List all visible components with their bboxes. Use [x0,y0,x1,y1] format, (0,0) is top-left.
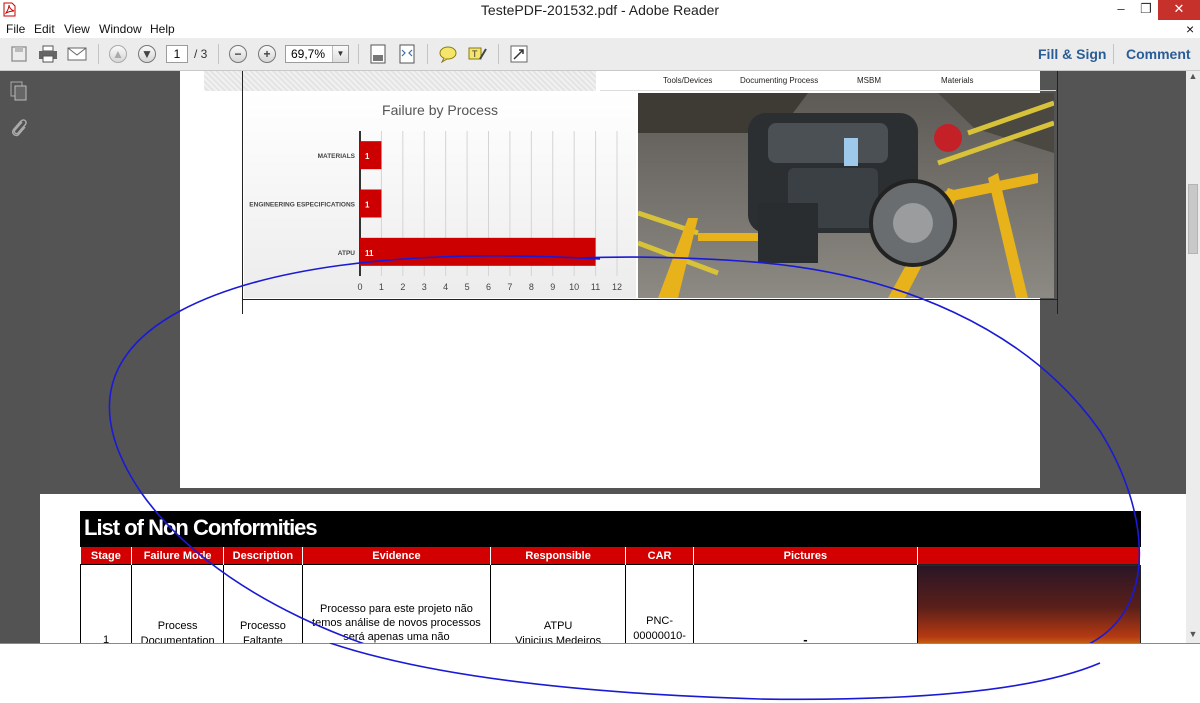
toolbar-separator [427,44,428,64]
page-thumbnails-icon[interactable] [9,81,29,106]
close-document-button[interactable]: × [1186,21,1194,37]
email-icon[interactable] [66,43,88,65]
menu-help[interactable]: Help [150,22,175,36]
save-icon[interactable] [8,43,30,65]
close-window-button[interactable]: ✕ [1158,0,1200,20]
fit-page-icon[interactable] [367,43,389,65]
sticky-note-icon[interactable] [437,43,459,65]
menu-file[interactable]: File [6,22,25,36]
toolbar-separator [98,44,99,64]
page-number-input[interactable]: 1 [166,45,188,63]
vertical-scrollbar[interactable]: ▲ ▼ [1186,71,1200,643]
next-page-icon[interactable]: ▼ [136,43,158,65]
menu-edit[interactable]: Edit [34,22,55,36]
full-screen-icon[interactable] [508,43,530,65]
chevron-down-icon[interactable]: ▼ [332,46,348,62]
print-icon[interactable] [37,43,59,65]
svg-text:T: T [472,49,478,59]
zoom-select[interactable]: 69,7% ▼ [285,45,349,63]
zoom-out-icon[interactable]: − [227,43,249,65]
window-title: TestePDF-201532.pdf - Adobe Reader [480,2,720,18]
previous-page-icon[interactable]: ▲ [107,43,129,65]
toolbar-separator [358,44,359,64]
page-total: / 3 [194,47,208,61]
attachments-icon[interactable] [9,117,29,144]
menu-bar: File Edit View Window Help × [0,20,1200,38]
comment-button[interactable]: Comment [1126,46,1191,62]
zoom-value: 69,7% [291,47,326,61]
menu-window[interactable]: Window [99,22,142,36]
scroll-thumb[interactable] [1188,184,1198,254]
ink-annotation-ellipse [108,255,1141,643]
fill-sign-button[interactable]: Fill & Sign [1038,46,1106,62]
toolbar: ▲ ▼ 1 / 3 − + 69,7% ▼ T Fill & Sign Comm… [0,38,1200,71]
zoom-in-icon[interactable]: + [256,43,278,65]
scroll-up-icon[interactable]: ▲ [1186,71,1200,85]
ink-annotation-tail [329,643,1101,701]
restore-button[interactable]: ❐ [1133,0,1159,20]
document-viewport[interactable]: Tools/Devices Documenting Process MSBM M… [40,71,1186,643]
navigation-panel [0,71,40,643]
toolbar-separator [218,44,219,64]
fit-width-icon[interactable] [396,43,418,65]
highlight-text-icon[interactable]: T [466,43,488,65]
scroll-down-icon[interactable]: ▼ [1186,629,1200,643]
title-bar: TestePDF-201532.pdf - Adobe Reader – ❐ ✕ [0,0,1200,20]
toolbar-separator [498,44,499,64]
toolbar-separator [1113,44,1114,64]
menu-view[interactable]: View [64,22,90,36]
minimize-button[interactable]: – [1108,0,1134,20]
